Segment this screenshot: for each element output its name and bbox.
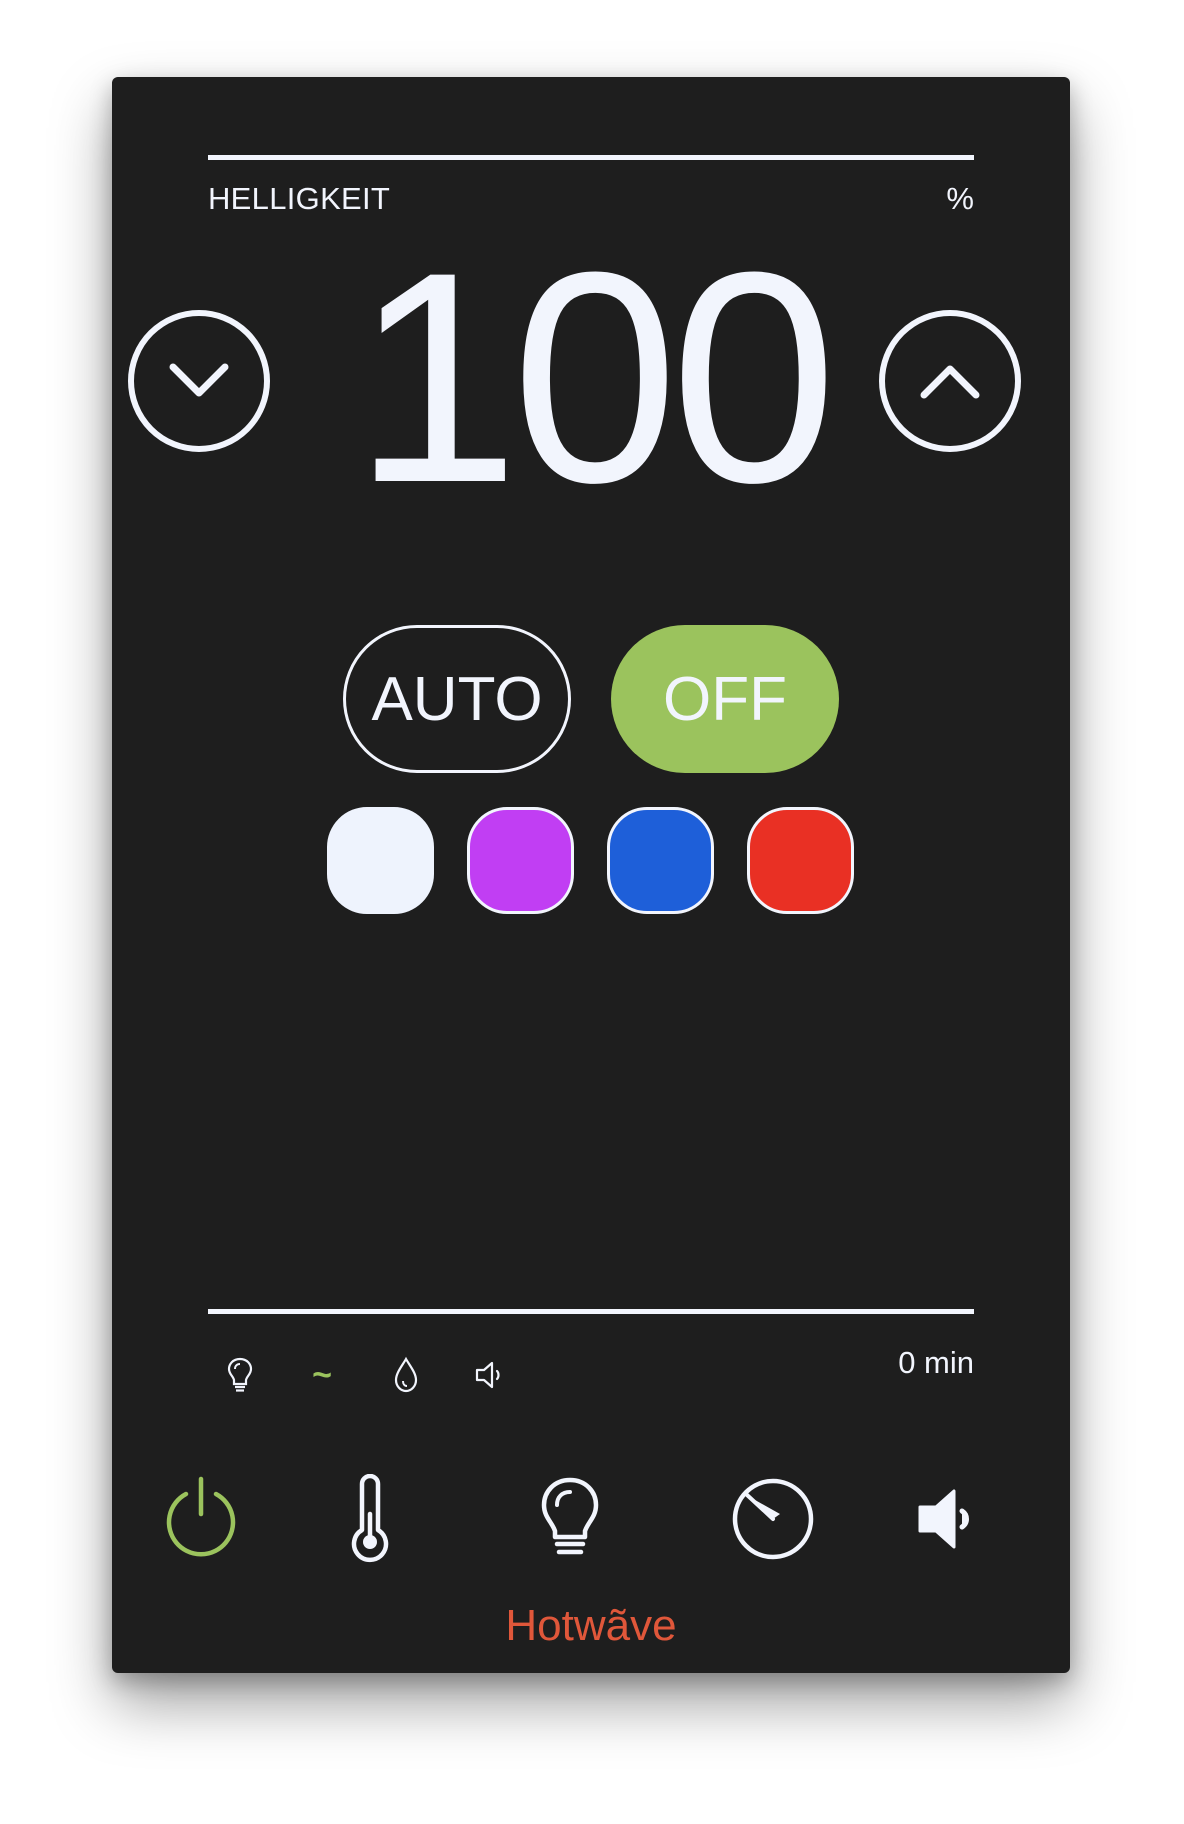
top-divider (208, 155, 974, 160)
decrease-button[interactable] (128, 310, 270, 452)
increase-button[interactable] (879, 310, 1021, 452)
color-swatch-white[interactable] (327, 807, 434, 914)
chevron-up-icon (920, 365, 980, 399)
color-swatch-blue[interactable] (607, 807, 714, 914)
off-button[interactable]: OFF (611, 625, 839, 773)
color-swatch-purple[interactable] (467, 807, 574, 914)
power-icon (166, 1476, 236, 1557)
bottom-divider (208, 1309, 974, 1314)
drop-status-icon (386, 1355, 426, 1395)
brand-name: Hotwãve (505, 1601, 677, 1650)
thermometer-icon (351, 1474, 389, 1563)
speaker-status-icon (470, 1355, 510, 1395)
chevron-down-icon (169, 363, 229, 397)
nav-power-button[interactable] (153, 1471, 249, 1567)
brightness-value: 100 (352, 209, 838, 545)
speaker-icon (918, 1489, 969, 1549)
timer-icon (732, 1478, 814, 1560)
bulb-icon (541, 1477, 599, 1555)
nav-temperature-button[interactable] (322, 1471, 418, 1567)
control-panel: HELLIGKEIT % 100 AUTO OFF ~ 0 min Hotwãv… (112, 77, 1070, 1673)
nav-sound-button[interactable] (902, 1471, 998, 1567)
nav-light-button[interactable] (522, 1471, 618, 1567)
timer-readout: 0 min (898, 1345, 974, 1380)
wave-status-icon: ~ (302, 1355, 342, 1395)
wave-glyph: ~ (312, 1355, 332, 1394)
bulb-status-icon (220, 1355, 260, 1395)
auto-button[interactable]: AUTO (343, 625, 571, 773)
unit-label: % (946, 181, 974, 216)
nav-timer-button[interactable] (725, 1471, 821, 1567)
color-swatch-red[interactable] (747, 807, 854, 914)
